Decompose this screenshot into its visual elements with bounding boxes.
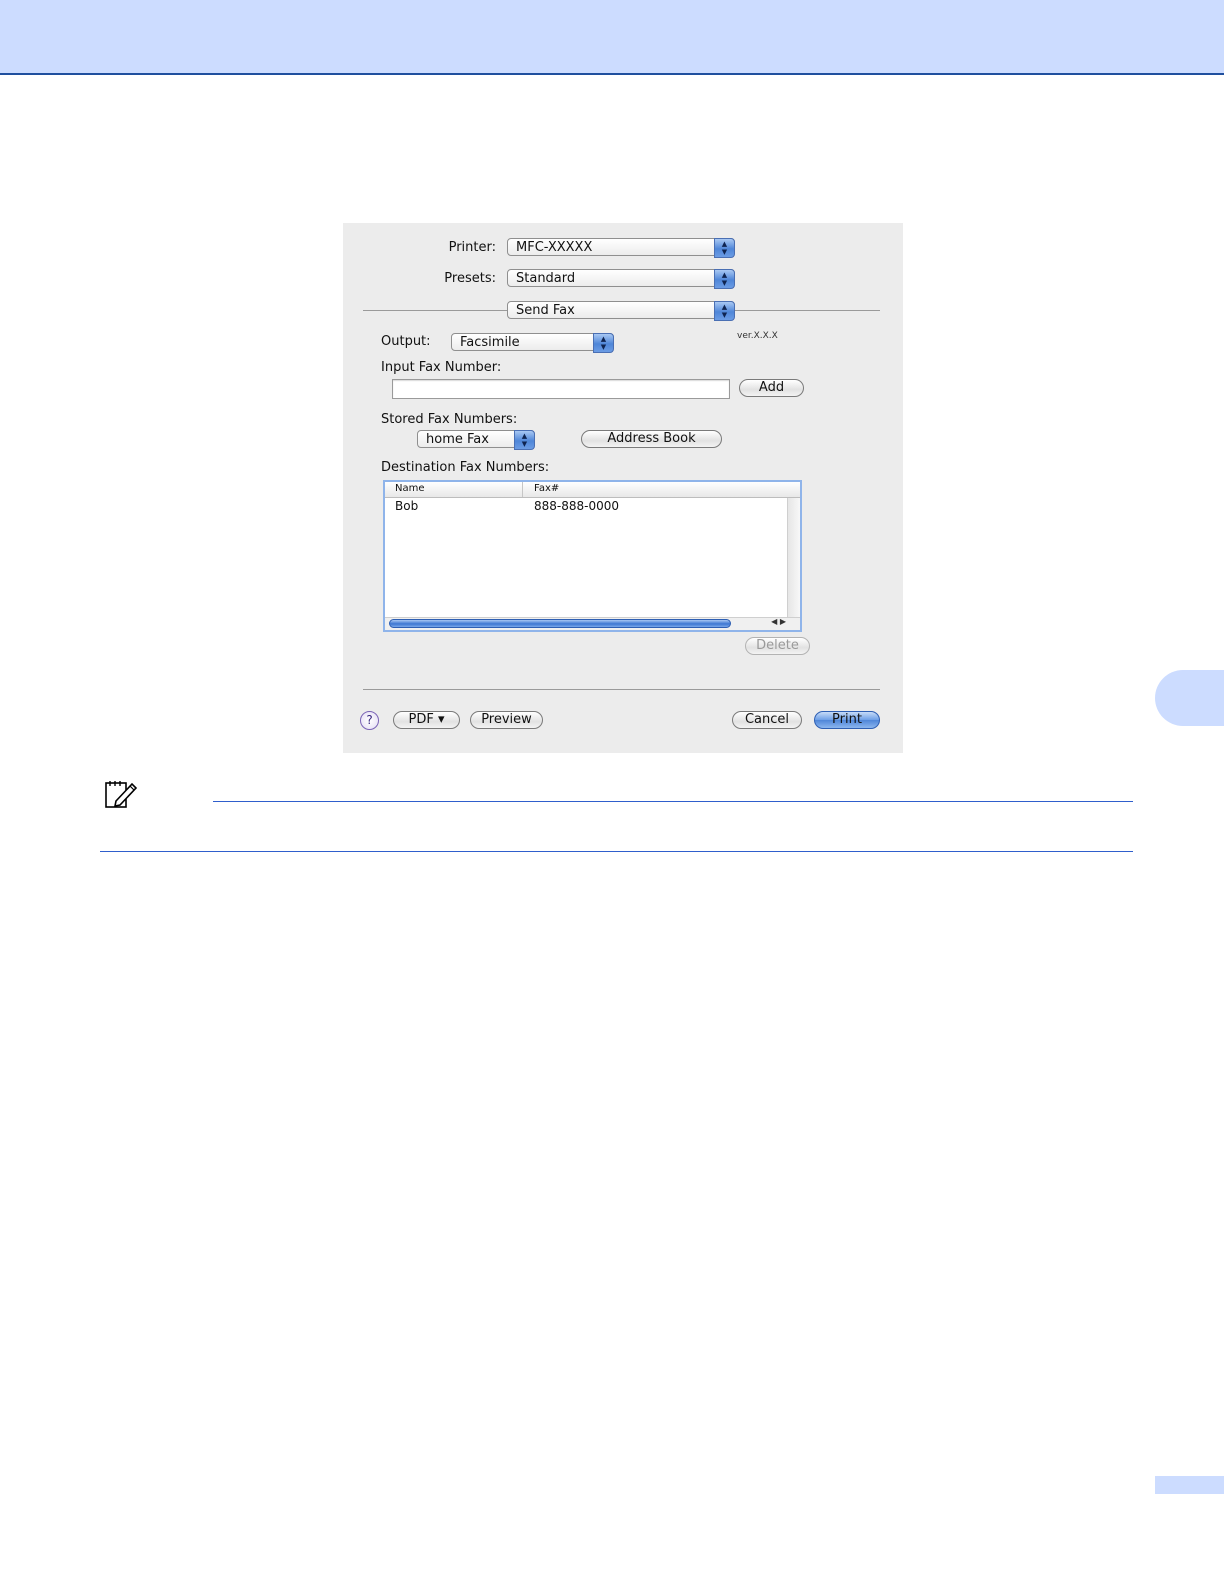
presets-label: Presets: xyxy=(444,271,496,286)
vertical-scrollbar[interactable] xyxy=(787,498,800,620)
table-row[interactable]: Bob 888-888-0000 xyxy=(385,499,788,515)
input-fax-number-label: Input Fax Number: xyxy=(381,360,502,375)
stored-fax-popup-value: home Fax xyxy=(426,432,489,447)
send-fax-print-dialog: Printer: MFC-XXXXX ▲ ▼ Presets: Standard … xyxy=(343,223,903,753)
print-button[interactable]: Print xyxy=(814,711,880,729)
note-bottom-rule xyxy=(100,851,1133,852)
add-button[interactable]: Add xyxy=(739,379,804,397)
popup-arrows-icon: ▲ ▼ xyxy=(593,333,614,353)
page-header-band xyxy=(0,0,1224,75)
address-book-button[interactable]: Address Book xyxy=(581,430,722,448)
stored-fax-numbers-label: Stored Fax Numbers: xyxy=(381,412,518,427)
pane-separator-left xyxy=(363,310,507,311)
note-pencil-icon xyxy=(105,781,138,808)
pane-popup-value: Send Fax xyxy=(516,303,575,318)
pdf-button[interactable]: PDF ▾ xyxy=(393,711,460,729)
popup-arrows-icon: ▲ ▼ xyxy=(714,301,735,321)
horizontal-scrollbar[interactable]: ◀ ▶ xyxy=(385,617,800,630)
column-header-name[interactable]: Name xyxy=(395,483,425,494)
row-fax-cell: 888-888-0000 xyxy=(534,499,620,513)
row-name-cell: Bob xyxy=(395,499,419,513)
stored-fax-popup[interactable]: home Fax ▲ ▼ xyxy=(417,430,535,450)
output-popup-value: Facsimile xyxy=(460,335,520,350)
cancel-button[interactable]: Cancel xyxy=(732,711,802,729)
version-text: ver.X.X.X xyxy=(737,331,778,341)
printer-popup[interactable]: MFC-XXXXX ▲ ▼ xyxy=(507,238,735,258)
chapter-side-tab xyxy=(1155,670,1224,726)
table-header: Name Fax# xyxy=(385,482,800,498)
popup-arrows-icon: ▲ ▼ xyxy=(714,269,735,289)
presets-popup-value: Standard xyxy=(516,271,576,286)
popup-arrows-icon: ▲ ▼ xyxy=(514,430,535,450)
column-separator xyxy=(522,482,523,497)
help-button[interactable]: ? xyxy=(360,711,379,730)
printer-popup-value: MFC-XXXXX xyxy=(516,240,593,255)
note-top-rule xyxy=(213,801,1133,802)
footer-separator xyxy=(363,689,880,690)
delete-button[interactable]: Delete xyxy=(745,637,810,655)
horizontal-scroll-thumb[interactable] xyxy=(389,619,731,628)
printer-label: Printer: xyxy=(448,240,496,255)
page-number-tab xyxy=(1155,1476,1224,1494)
fax-number-input[interactable] xyxy=(392,379,730,399)
scroll-arrows-icon[interactable]: ◀ ▶ xyxy=(771,617,786,626)
output-label: Output: xyxy=(381,334,431,349)
pane-separator-right xyxy=(735,310,880,311)
output-popup[interactable]: Facsimile ▲ ▼ xyxy=(451,333,614,353)
popup-arrows-icon: ▲ ▼ xyxy=(714,238,735,258)
destination-fax-table: Name Fax# Bob 888-888-0000 ◀ ▶ xyxy=(383,480,802,632)
presets-popup[interactable]: Standard ▲ ▼ xyxy=(507,269,735,289)
column-header-fax[interactable]: Fax# xyxy=(534,483,559,494)
pane-popup[interactable]: Send Fax ▲ ▼ xyxy=(507,301,735,321)
preview-button[interactable]: Preview xyxy=(470,711,543,729)
destination-fax-numbers-label: Destination Fax Numbers: xyxy=(381,460,550,475)
